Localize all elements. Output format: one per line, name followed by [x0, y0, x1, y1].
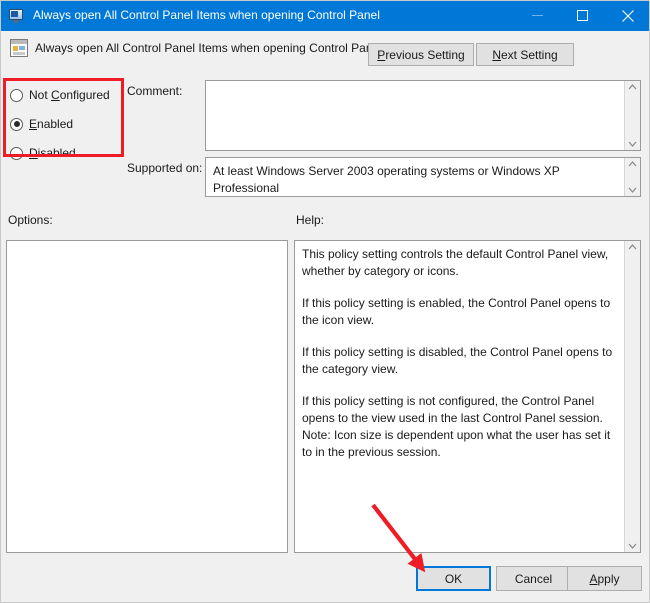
radio-disabled-label: Disabled	[29, 146, 76, 160]
group-policy-setting-dialog: Always open All Control Panel Items when…	[0, 0, 650, 603]
window-monitor-icon	[9, 8, 25, 24]
radio-not-configured-indicator[interactable]	[10, 88, 23, 102]
close-icon[interactable]	[605, 0, 650, 31]
window-title: Always open All Control Panel Items when…	[33, 8, 380, 22]
supported-on-textarea[interactable]: At least Windows Server 2003 operating s…	[205, 157, 641, 197]
policy-title: Always open All Control Panel Items when…	[35, 41, 382, 55]
radio-disabled-indicator[interactable]	[10, 146, 23, 160]
help-label: Help:	[296, 213, 325, 227]
title-bar[interactable]: Always open All Control Panel Items when…	[0, 0, 650, 31]
comment-textarea[interactable]	[205, 80, 641, 151]
help-content: This policy setting controls the default…	[295, 241, 624, 552]
window-controls	[515, 0, 650, 31]
chevron-up-icon	[628, 84, 637, 90]
help-panel[interactable]: This policy setting controls the default…	[294, 240, 641, 553]
maximize-icon[interactable]	[560, 0, 605, 31]
help-paragraph: If this policy setting is not configured…	[302, 394, 603, 425]
options-content	[7, 241, 287, 552]
supported-on-scrollbar[interactable]	[624, 158, 640, 196]
help-scrollbar[interactable]	[624, 241, 640, 552]
apply-accel: A	[589, 571, 598, 586]
chevron-up-icon	[628, 244, 637, 250]
radio-not-configured[interactable]: Not Configured	[10, 84, 122, 106]
radio-disabled[interactable]: Disabled	[10, 142, 122, 164]
state-radio-group: Not Configured Enabled Disabled	[10, 84, 122, 171]
next-setting-button[interactable]: Next Setting	[476, 43, 574, 66]
apply-label: pply	[597, 571, 620, 586]
help-paragraph: This policy setting controls the default…	[302, 247, 609, 278]
group-policy-setting-icon	[10, 39, 28, 57]
cancel-button[interactable]: Cancel	[496, 566, 571, 591]
radio-enabled[interactable]: Enabled	[10, 113, 122, 135]
comment-value[interactable]	[206, 81, 624, 150]
previous-setting-button[interactable]: Previous Setting	[368, 43, 474, 66]
chevron-up-icon	[628, 161, 637, 167]
minimize-icon[interactable]	[515, 0, 560, 31]
next-setting-accel: N	[492, 47, 501, 62]
options-label: Options:	[8, 213, 53, 227]
help-paragraph: If this policy setting is disabled, the …	[302, 345, 613, 376]
supported-on-value: At least Windows Server 2003 operating s…	[213, 164, 560, 195]
chevron-down-icon	[628, 141, 637, 147]
next-setting-label: ext Setting	[500, 47, 558, 62]
radio-enabled-indicator[interactable]	[10, 117, 23, 131]
comment-label: Comment:	[127, 84, 183, 98]
chevron-down-icon	[628, 543, 637, 549]
apply-button[interactable]: Apply	[567, 566, 642, 591]
supported-on-label: Supported on:	[127, 161, 203, 175]
previous-setting-label: revious Setting	[385, 47, 465, 62]
help-paragraph-note: Note: Icon size is dependent upon what t…	[302, 428, 611, 459]
radio-enabled-label: Enabled	[29, 117, 74, 131]
options-panel[interactable]	[6, 240, 288, 553]
radio-not-configured-label: Not Configured	[29, 88, 110, 102]
ok-button[interactable]: OK	[416, 566, 491, 591]
help-paragraph: If this policy setting is enabled, the C…	[302, 296, 611, 327]
chevron-down-icon	[628, 187, 637, 193]
comment-scrollbar[interactable]	[624, 81, 640, 150]
